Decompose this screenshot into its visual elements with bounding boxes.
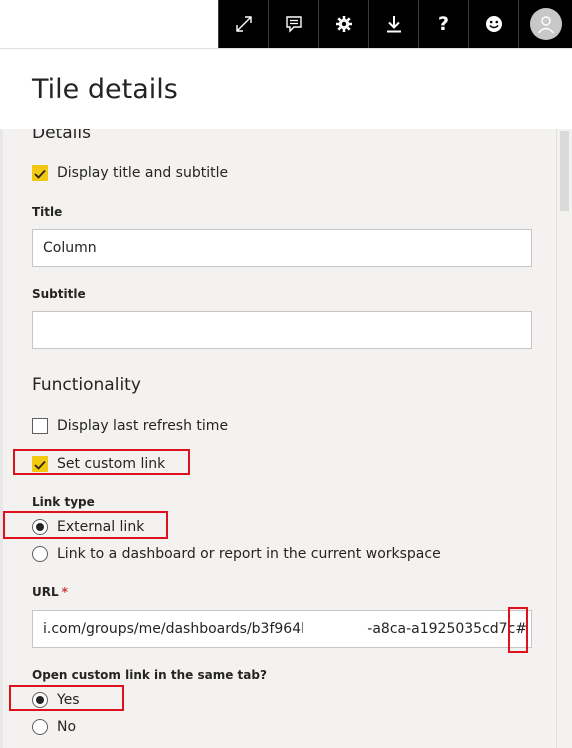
checkmark-icon (34, 164, 46, 183)
display-title-option[interactable]: Display title and subtitle (32, 163, 228, 183)
url-value-end: -a8ca-a1925035cd7c# (367, 621, 527, 637)
download-icon (386, 15, 402, 33)
help-button[interactable]: ? (418, 0, 468, 48)
pane-header: Tile details (0, 49, 572, 129)
download-button[interactable] (368, 0, 418, 48)
highlight-same-tab-yes (9, 685, 124, 711)
help-icon: ? (437, 12, 450, 35)
last-refresh-checkbox[interactable] (32, 418, 48, 434)
same-tab-label: Open custom link in the same tab? (32, 668, 267, 682)
last-refresh-option[interactable]: Display last refresh time (32, 416, 228, 436)
url-value-start: i.com/groups/me/dashboards/b3f964b3 (43, 621, 319, 637)
workspace-link-radio[interactable] (32, 546, 48, 562)
same-tab-no-option[interactable]: No (32, 717, 76, 737)
tile-details-form: Details Display title and subtitle Title… (3, 129, 556, 748)
required-marker: * (61, 585, 68, 599)
highlight-external-link (3, 511, 168, 539)
smiley-icon (485, 15, 503, 33)
expand-button[interactable] (218, 0, 268, 48)
last-refresh-label: Display last refresh time (57, 418, 229, 434)
highlight-custom-link (13, 449, 190, 475)
expand-icon (235, 16, 252, 32)
top-bar: ? (0, 0, 572, 48)
comment-button[interactable] (268, 0, 318, 48)
avatar-icon (529, 8, 562, 40)
highlight-url-end (508, 607, 528, 653)
functionality-section-title: Functionality (32, 375, 141, 395)
page-title: Tile details (32, 74, 178, 105)
subtitle-label: Subtitle (32, 287, 86, 301)
url-label: URL * (32, 585, 68, 599)
same-tab-no-radio[interactable] (32, 719, 48, 735)
toolbar: ? (218, 0, 572, 48)
settings-button[interactable] (318, 0, 368, 48)
gear-icon (335, 15, 353, 33)
comment-icon (285, 15, 303, 33)
link-type-label: Link type (32, 495, 95, 509)
workspace-link-label: Link to a dashboard or report in the cur… (57, 546, 441, 562)
title-label: Title (32, 205, 63, 219)
url-input[interactable]: i.com/groups/me/dashboards/b3f964b3 -a8c… (32, 610, 532, 648)
display-title-checkbox[interactable] (32, 165, 48, 181)
url-label-text: URL (32, 585, 59, 599)
account-button[interactable] (518, 0, 572, 48)
subtitle-input[interactable] (32, 311, 532, 349)
link-type-workspace-option[interactable]: Link to a dashboard or report in the cur… (32, 544, 441, 564)
feedback-button[interactable] (468, 0, 518, 48)
details-section-title: Details (32, 129, 91, 143)
title-input[interactable]: Column (32, 229, 532, 267)
scrollbar[interactable] (556, 129, 572, 748)
display-title-label: Display title and subtitle (57, 165, 229, 181)
scrollbar-thumb[interactable] (560, 131, 569, 211)
same-tab-no-label: No (57, 719, 77, 735)
